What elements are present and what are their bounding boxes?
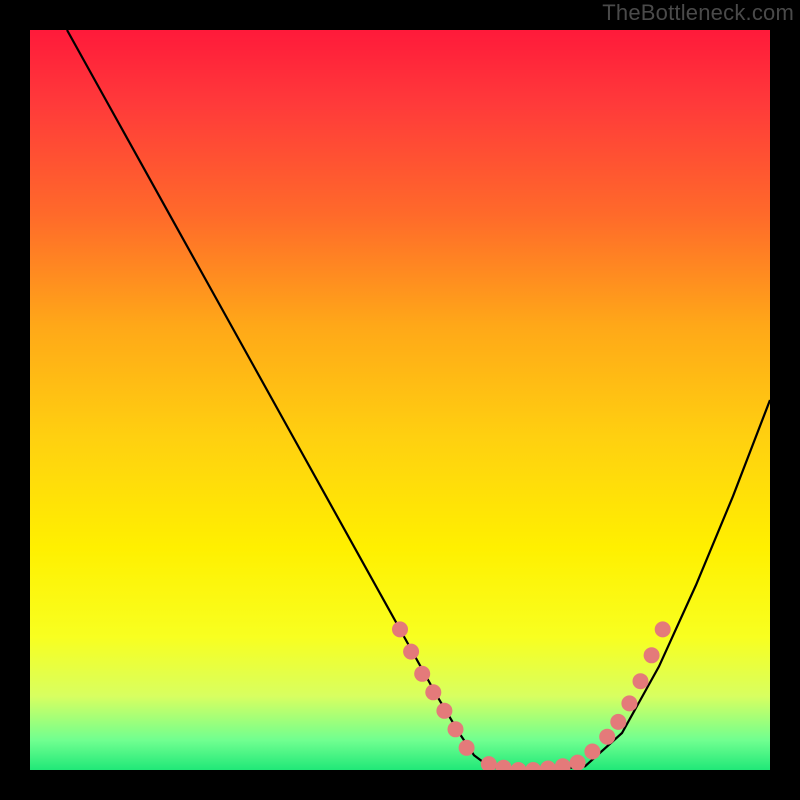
- data-point-marker: [459, 740, 475, 756]
- data-point-marker: [496, 760, 512, 770]
- data-point-marker: [570, 755, 586, 770]
- data-point-marker: [555, 758, 571, 770]
- data-point-marker: [621, 695, 637, 711]
- data-point-marker: [525, 762, 541, 770]
- data-point-marker: [655, 621, 671, 637]
- data-point-marker: [644, 647, 660, 663]
- data-point-marker: [610, 714, 626, 730]
- data-point-marker: [633, 673, 649, 689]
- chart-frame: TheBottleneck.com: [0, 0, 800, 800]
- data-point-marker: [510, 762, 526, 770]
- data-point-marker: [540, 761, 556, 771]
- data-point-marker: [481, 756, 497, 770]
- data-point-marker: [448, 721, 464, 737]
- bottleneck-curve: [67, 30, 770, 770]
- data-point-marker: [403, 644, 419, 660]
- data-point-marker: [584, 744, 600, 760]
- data-point-marker: [436, 703, 452, 719]
- marker-group: [392, 621, 671, 770]
- data-point-marker: [392, 621, 408, 637]
- data-point-marker: [599, 729, 615, 745]
- watermark-text: TheBottleneck.com: [602, 0, 794, 26]
- data-point-marker: [414, 666, 430, 682]
- plot-area: [30, 30, 770, 770]
- data-point-marker: [425, 684, 441, 700]
- chart-svg: [30, 30, 770, 770]
